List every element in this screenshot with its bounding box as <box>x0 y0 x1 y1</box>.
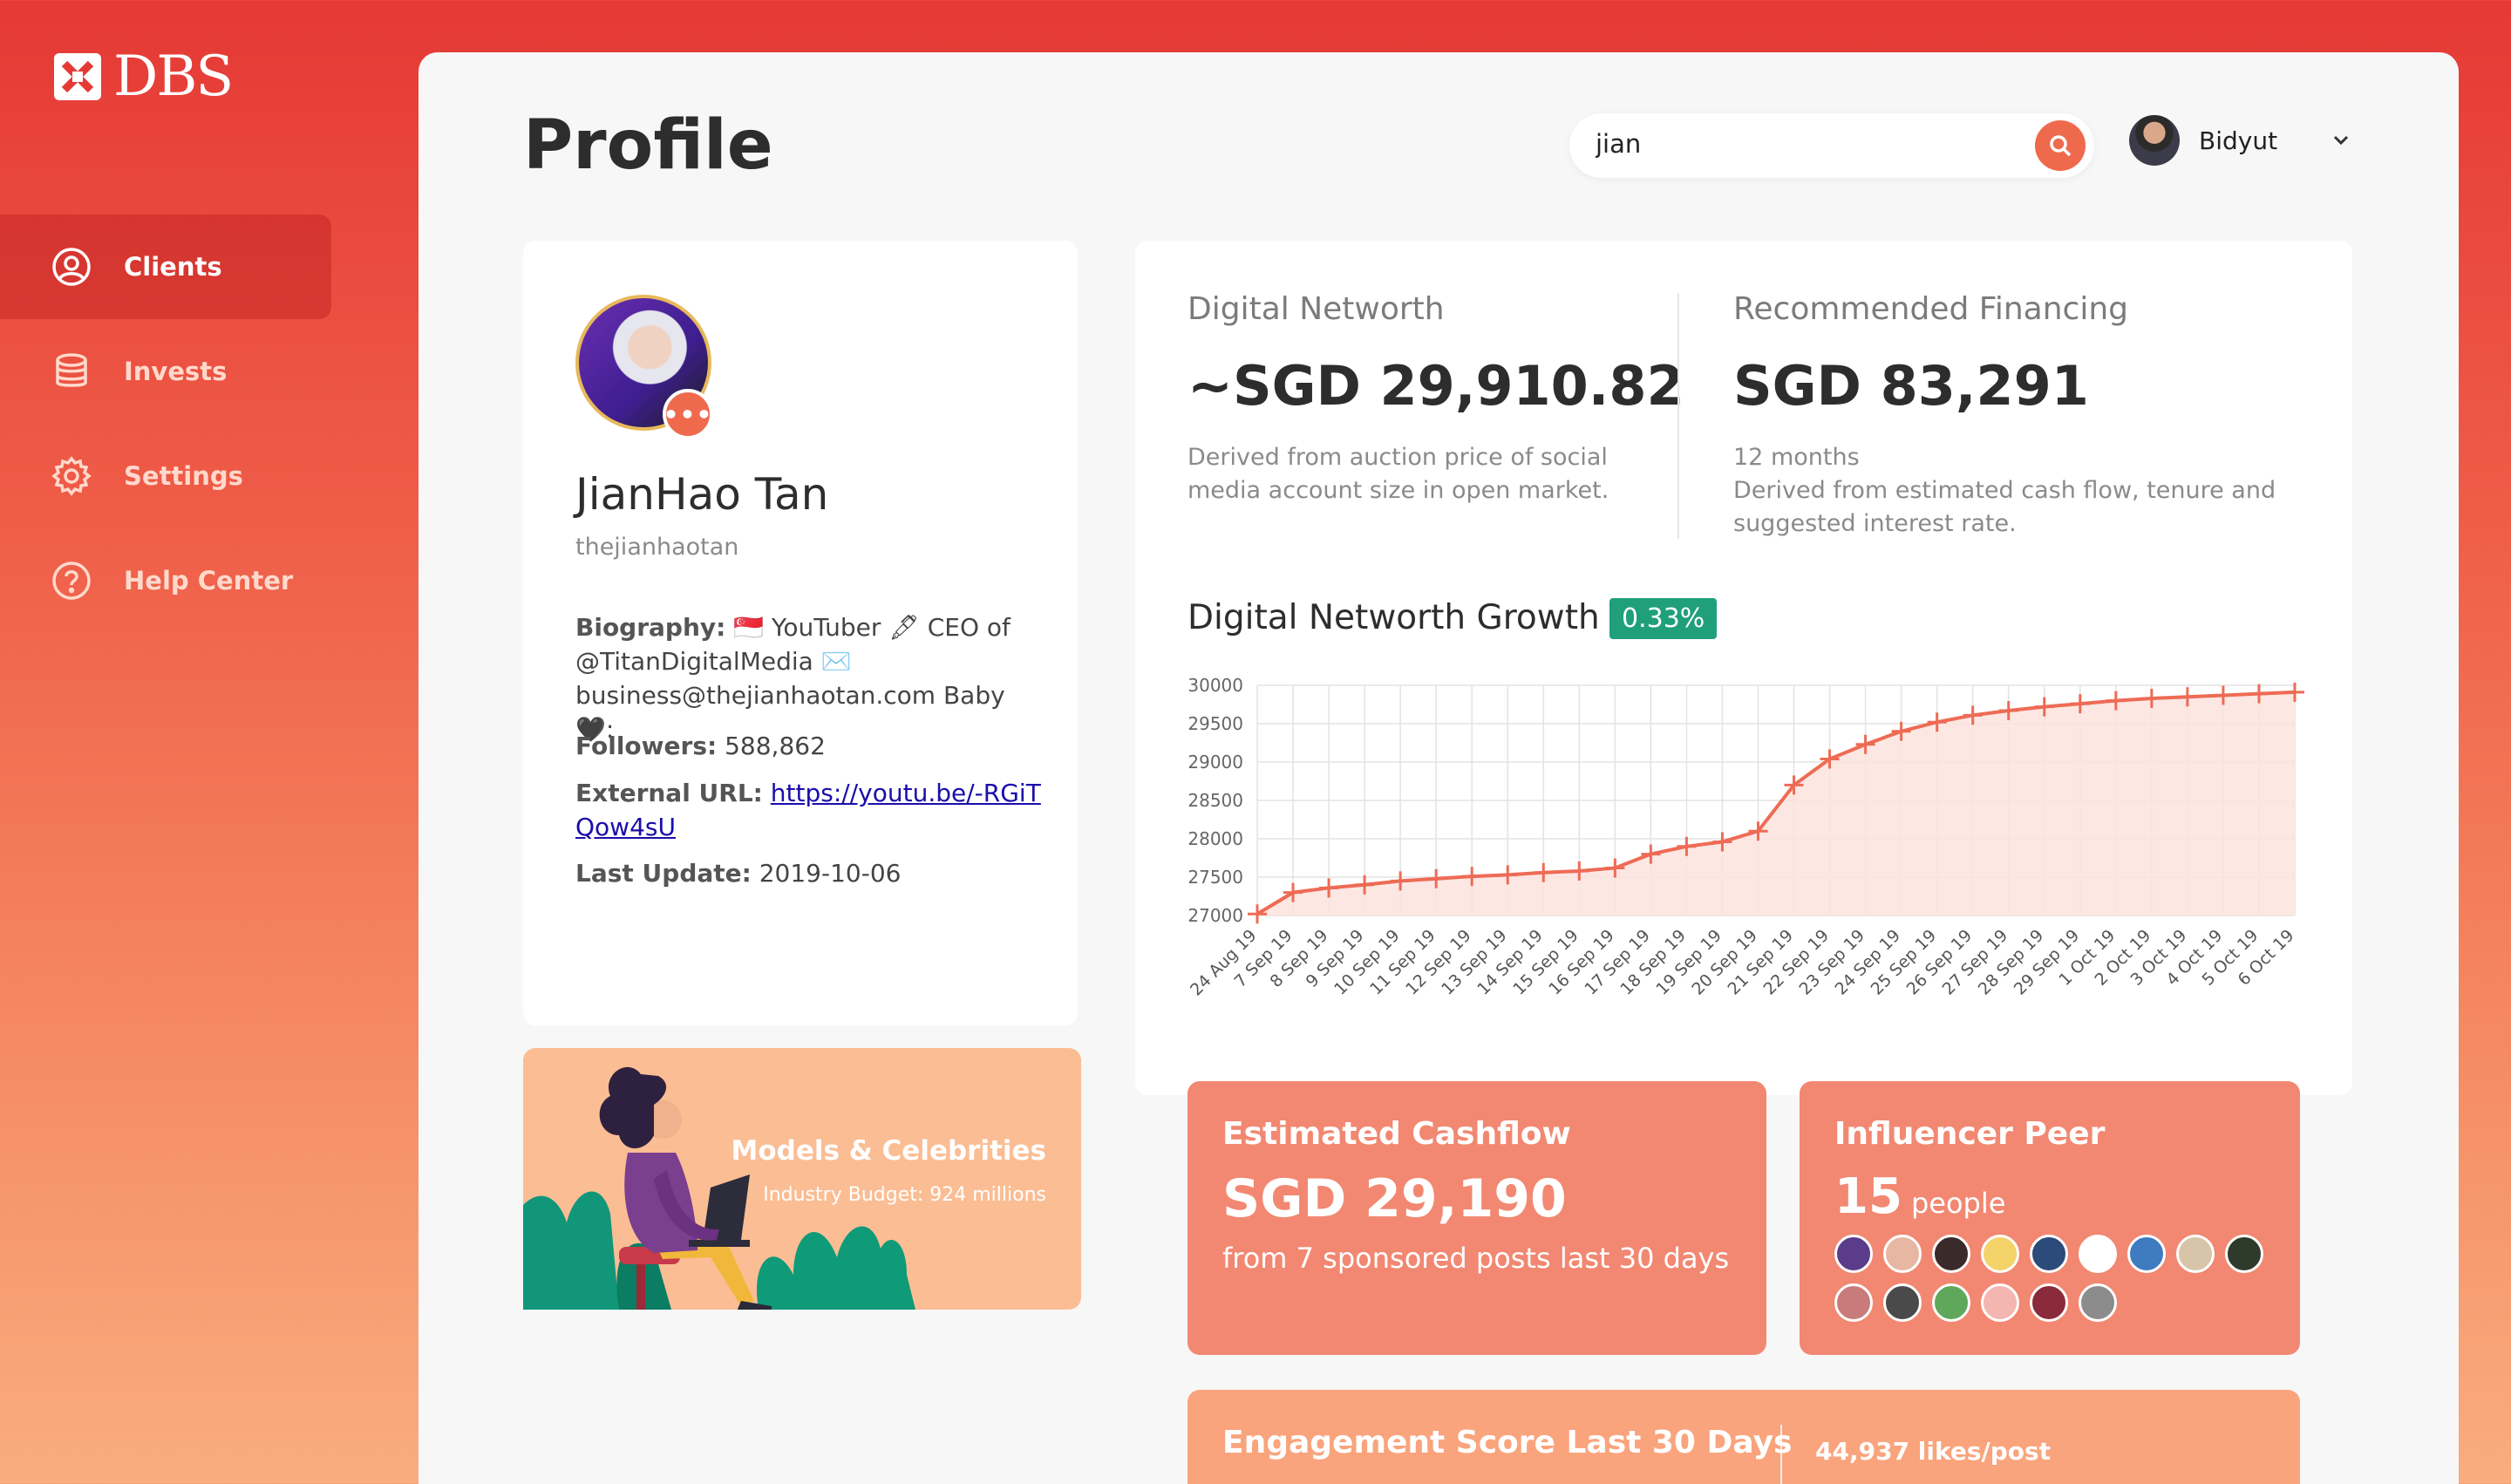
peer-avatar[interactable] <box>1981 1283 2019 1322</box>
y-tick-label: 30000 <box>1187 675 1243 696</box>
search-input[interactable] <box>1596 129 2014 159</box>
banner-title: Models & Celebrities <box>731 1135 1046 1167</box>
peer-avatar[interactable] <box>2030 1283 2068 1322</box>
y-tick-label: 27000 <box>1187 905 1243 926</box>
dbs-logo-icon <box>51 50 105 104</box>
peer-avatar[interactable] <box>1883 1235 1922 1273</box>
banner-subtitle: Industry Budget: 924 millions <box>763 1184 1046 1206</box>
more-icon: ••• <box>663 399 713 429</box>
sidebar-item-label: Help Center <box>124 566 294 596</box>
financing-label: Recommended Financing <box>1733 291 2129 327</box>
profile-card: ••• JianHao Tan thejianhaotan Biography:… <box>523 241 1078 1025</box>
influencer-peer-card: Influencer Peer 15 people <box>1800 1081 2300 1355</box>
url-label: External URL: <box>575 779 763 807</box>
engagement-title: Engagement Score Last 30 Days <box>1222 1425 1793 1460</box>
peers-unit: people <box>1910 1187 2006 1220</box>
engagement-stat: 44,937 likes/post <box>1815 1437 2052 1466</box>
peer-avatar[interactable] <box>2176 1235 2215 1273</box>
avatar <box>2129 115 2180 166</box>
search-button[interactable] <box>2035 120 2086 171</box>
networth-card: Digital Networth ~SGD 29,910.82 Derived … <box>1135 241 2352 1095</box>
peer-avatar[interactable] <box>2079 1283 2117 1322</box>
series-area <box>1257 691 2295 916</box>
growth-badge: 0.33% <box>1609 598 1718 639</box>
stats-divider <box>1677 293 1679 539</box>
networth-note: Derived from auction price of social med… <box>1187 444 1609 504</box>
update-label: Last Update: <box>575 859 752 888</box>
brand-name: DBS <box>113 44 234 109</box>
peer-avatar[interactable] <box>1883 1283 1922 1322</box>
peer-avatar[interactable] <box>1981 1235 2019 1273</box>
database-icon <box>56 353 87 387</box>
profile-name: JianHao Tan <box>575 469 829 520</box>
main-panel: Profile Bidyut ••• JianHao Tan thejianha… <box>418 52 2459 1484</box>
gear-icon <box>51 456 92 496</box>
more-options-button[interactable]: ••• <box>663 389 713 439</box>
peer-avatar[interactable] <box>2079 1235 2117 1273</box>
search-bar <box>1569 113 2094 178</box>
networth-value: ~SGD 29,910.82 <box>1187 354 1684 418</box>
profile-handle: thejianhaotan <box>575 534 739 561</box>
profile-biography: Biography: 🇸🇬 YouTuber 🖋 CEO of @TitanDi… <box>575 610 1046 746</box>
cashflow-title: Estimated Cashflow <box>1222 1116 1571 1152</box>
y-tick-label: 28500 <box>1187 790 1243 811</box>
cashflow-sub: from 7 sponsored posts last 30 days <box>1222 1242 1730 1275</box>
sidebar-item-settings[interactable]: Settings <box>0 424 331 528</box>
user-name: Bidyut <box>2199 126 2278 155</box>
y-tick-label: 29500 <box>1187 713 1243 734</box>
profile-external-url: External URL: https://youtu.be/-RGiTQow4… <box>575 776 1046 844</box>
sidebar-item-label: Clients <box>124 252 222 282</box>
sidebar-item-help-center[interactable]: Help Center <box>0 528 331 633</box>
peer-avatar[interactable] <box>1932 1283 1970 1322</box>
followers-label: Followers: <box>575 732 718 760</box>
followers-value: 588,862 <box>725 732 826 760</box>
peer-avatar[interactable] <box>2030 1235 2068 1273</box>
question-circle-icon <box>52 562 91 600</box>
peers-count: 15 <box>1834 1168 1902 1225</box>
cashflow-card: Estimated Cashflow SGD 29,190 from 7 spo… <box>1187 1081 1766 1355</box>
sidebar-item-clients[interactable]: Clients <box>0 214 331 319</box>
peer-avatar[interactable] <box>1932 1235 1970 1273</box>
profile-last-update: Last Update: 2019-10-06 <box>575 856 1046 890</box>
peer-avatar[interactable] <box>1834 1235 1873 1273</box>
profile-followers: Followers: 588,862 <box>575 729 1046 763</box>
search-icon <box>2050 135 2072 157</box>
cashflow-value: SGD 29,190 <box>1222 1168 1567 1229</box>
user-menu[interactable]: Bidyut <box>2129 115 2352 166</box>
peer-avatar-list <box>1834 1235 2263 1322</box>
networth-growth-chart: 2700027500280002850029000295003000024 Au… <box>1187 675 2304 1000</box>
data-point <box>1248 904 1267 924</box>
y-tick-label: 29000 <box>1187 752 1243 773</box>
peer-avatar[interactable] <box>1834 1283 1873 1322</box>
peers-title: Influencer Peer <box>1834 1116 2106 1152</box>
sidebar-item-label: Invests <box>124 357 228 386</box>
brand-logo[interactable]: DBS <box>51 44 234 109</box>
growth-title: Digital Networth Growth <box>1187 598 1600 637</box>
y-tick-label: 27500 <box>1187 867 1243 888</box>
chevron-down-icon[interactable] <box>2330 129 2352 152</box>
sidebar-item-invests[interactable]: Invests <box>0 319 331 424</box>
peer-avatar[interactable] <box>2225 1235 2263 1273</box>
networth-label: Digital Networth <box>1187 291 1445 327</box>
engagement-card: Engagement Score Last 30 Days 44,937 lik… <box>1187 1390 2300 1484</box>
biography-label: Biography: <box>575 613 726 642</box>
sidebar-nav: Clients Invests Settings Help Center <box>0 214 331 633</box>
page-title: Profile <box>523 106 773 185</box>
financing-value: SGD 83,291 <box>1733 354 2089 418</box>
peers-count-row: 15 people <box>1834 1168 2005 1225</box>
user-circle-icon <box>52 248 91 286</box>
y-tick-label: 28000 <box>1187 828 1243 849</box>
financing-note: Derived from estimated cash flow, tenure… <box>1733 477 2276 537</box>
financing-term: 12 months <box>1733 444 1860 471</box>
sidebar-item-label: Settings <box>124 461 243 491</box>
category-banner[interactable]: Models & Celebrities Industry Budget: 92… <box>523 1048 1081 1310</box>
engagement-divider <box>1780 1425 1782 1484</box>
update-value: 2019-10-06 <box>759 859 902 888</box>
peer-avatar[interactable] <box>2127 1235 2166 1273</box>
